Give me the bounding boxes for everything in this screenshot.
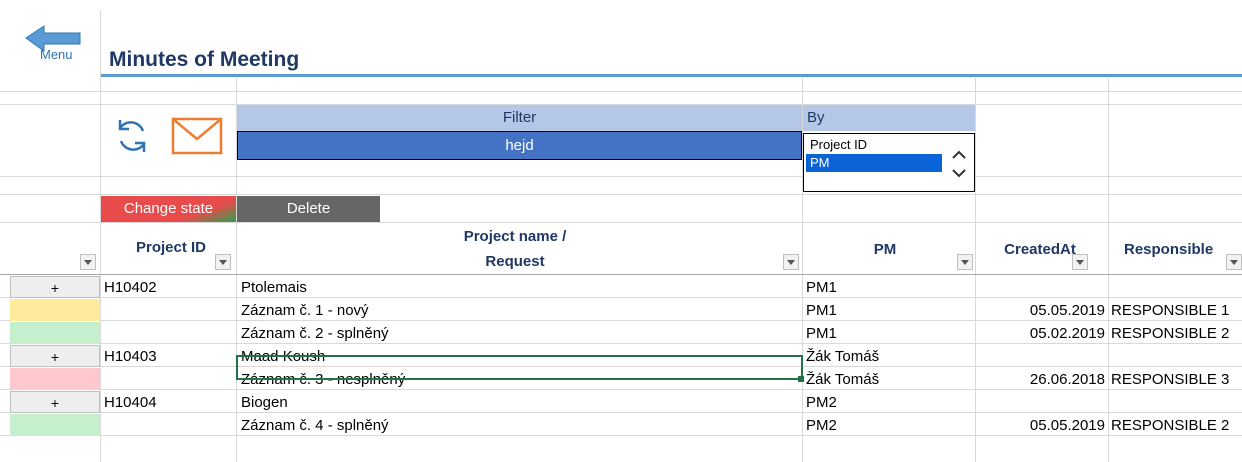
cell-pm[interactable]: PM2 [806, 391, 837, 414]
header-pm: PM [873, 241, 897, 258]
cell-project-id[interactable]: H10403 [104, 345, 157, 368]
cell-responsible[interactable]: RESPONSIBLE 1 [1111, 299, 1229, 322]
cell-created-at[interactable] [980, 345, 1105, 368]
filter-dropdown-created-at[interactable] [1072, 254, 1088, 270]
filter-dropdown-responsible[interactable] [1226, 254, 1242, 270]
cell-created-at[interactable]: 05.02.2019 [980, 322, 1105, 345]
page-title: Minutes of Meeting [109, 48, 300, 71]
cell-responsible[interactable]: RESPONSIBLE 2 [1111, 322, 1229, 345]
cell-project-name[interactable]: Záznam č. 2 - splněný [241, 322, 389, 345]
header-project-name-line2: Request [485, 253, 545, 270]
filter-label: Filter [237, 105, 802, 131]
filter-dropdown-project-name[interactable] [783, 254, 799, 270]
filter-input[interactable]: hejd [237, 131, 802, 160]
menu-label: Menu [40, 47, 73, 62]
cell-pm[interactable]: Žák Tomáš [806, 368, 879, 391]
cell-pm[interactable]: Žák Tomáš [806, 345, 879, 368]
change-state-button[interactable]: Change state [101, 196, 236, 222]
filter-dropdown-pm[interactable] [957, 254, 973, 270]
by-listbox[interactable]: Project ID PM [803, 133, 975, 192]
menu-back-button[interactable] [20, 20, 92, 70]
cell-created-at[interactable]: 05.05.2019 [980, 414, 1105, 437]
title-underline [101, 74, 1242, 77]
delete-button[interactable]: Delete [237, 196, 380, 222]
cell-created-at[interactable] [980, 276, 1105, 299]
cell-project-id[interactable]: H10402 [104, 276, 157, 299]
cell-project-name[interactable]: Biogen [241, 391, 288, 414]
active-cell-selection [236, 355, 803, 380]
expand-row-button[interactable]: + [10, 345, 100, 367]
cell-pm[interactable]: PM1 [806, 299, 837, 322]
by-listbox-scrollbar[interactable] [944, 134, 974, 191]
filter-dropdown-project-id[interactable] [215, 254, 231, 270]
cell-project-name[interactable]: Záznam č. 1 - nový [241, 299, 369, 322]
by-label: By [803, 105, 975, 131]
cell-responsible[interactable]: RESPONSIBLE 3 [1111, 368, 1229, 391]
expand-row-button[interactable]: + [10, 391, 100, 413]
cell-project-id[interactable]: H10404 [104, 391, 157, 414]
expand-row-button[interactable]: + [10, 276, 100, 298]
cell-created-at[interactable] [980, 391, 1105, 414]
cell-pm[interactable]: PM1 [806, 322, 837, 345]
chevron-up-icon[interactable] [949, 148, 969, 162]
filter-dropdown-col0[interactable] [80, 254, 96, 270]
chevron-down-icon[interactable] [949, 166, 969, 180]
by-option-pm[interactable]: PM [806, 154, 942, 172]
state-indicator[interactable] [10, 299, 100, 321]
envelope-icon[interactable] [171, 117, 223, 155]
cell-pm[interactable]: PM1 [806, 276, 837, 299]
state-indicator[interactable] [10, 368, 100, 390]
state-indicator[interactable] [10, 322, 100, 344]
cell-project-name[interactable]: Ptolemais [241, 276, 307, 299]
header-project-id: Project ID [135, 239, 207, 256]
fill-handle[interactable] [798, 376, 804, 382]
cell-project-name[interactable]: Záznam č. 4 - splněný [241, 414, 389, 437]
header-responsible: Responsible [1124, 241, 1214, 258]
by-option-project-id[interactable]: Project ID [806, 136, 942, 154]
cell-created-at[interactable]: 05.05.2019 [980, 299, 1105, 322]
cell-pm[interactable]: PM2 [806, 414, 837, 437]
cell-created-at[interactable]: 26.06.2018 [980, 368, 1105, 391]
cell-responsible[interactable]: RESPONSIBLE 2 [1111, 414, 1229, 437]
header-project-name-line1: Project name / [463, 228, 567, 245]
state-indicator[interactable] [10, 414, 100, 436]
refresh-icon[interactable] [112, 116, 152, 156]
